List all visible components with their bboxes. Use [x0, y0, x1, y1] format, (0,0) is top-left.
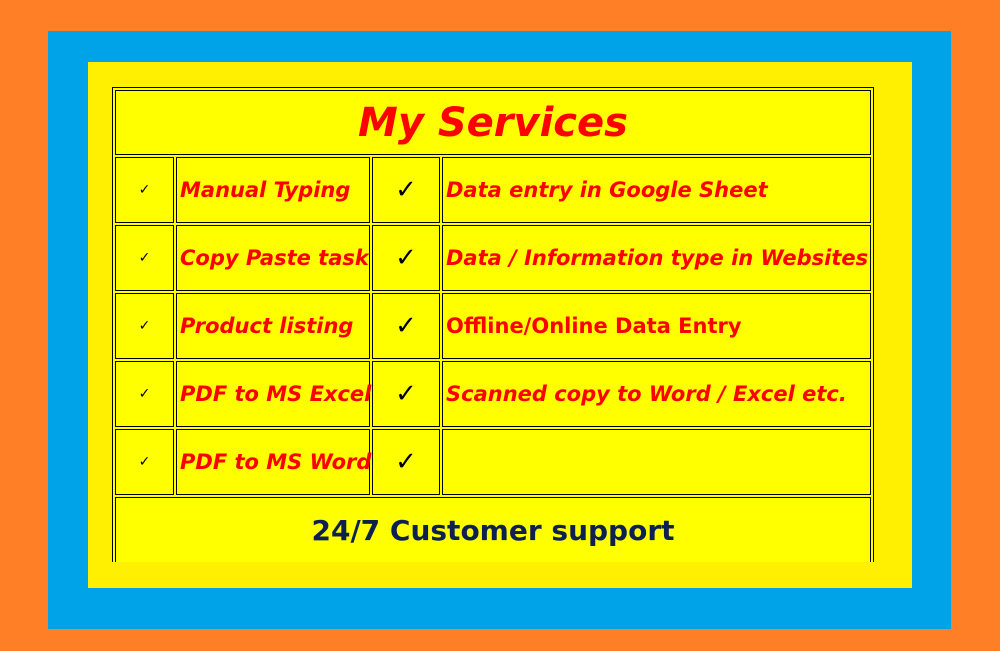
- services-table-wrap: My Services ✓ Manual Typing ✓ Data entry in…: [112, 87, 874, 562]
- service-right: Offline/Online Data Entry: [442, 293, 871, 359]
- service-right: [442, 429, 871, 495]
- table-row: ✓ PDF to MS Excel ✓ Scanned copy to Word / …: [115, 361, 871, 427]
- check-icon: ✓: [372, 293, 440, 359]
- check-icon: ✓: [372, 361, 440, 427]
- services-table: My Services ✓ Manual Typing ✓ Data entry in…: [112, 87, 874, 562]
- table-row: ✓ Product listing ✓ Offline/Online Data Ent…: [115, 293, 871, 359]
- check-icon: ✓: [115, 157, 174, 223]
- table-row: ✓ Manual Typing ✓ Data entry in Google Shee…: [115, 157, 871, 223]
- table-row: ✓ Copy Paste task ✓ Data / Information type…: [115, 225, 871, 291]
- table-row: ✓ PDF to MS Word ✓: [115, 429, 871, 495]
- check-icon: ✓: [115, 429, 174, 495]
- service-left: Product listing: [176, 293, 370, 359]
- check-icon: ✓: [115, 361, 174, 427]
- page-title: My Services: [115, 90, 871, 155]
- service-left: Manual Typing: [176, 157, 370, 223]
- check-icon: ✓: [372, 225, 440, 291]
- service-right: Scanned copy to Word / Excel etc.: [442, 361, 871, 427]
- check-icon: ✓: [115, 225, 174, 291]
- check-icon: ✓: [115, 293, 174, 359]
- service-left: PDF to MS Excel: [176, 361, 371, 427]
- check-icon: ✓: [372, 429, 440, 495]
- service-right: Data / Information type in Websites: [442, 225, 871, 291]
- footer-support: 24/7 Customer support: [115, 497, 871, 562]
- service-left: PDF to MS Word: [176, 429, 371, 495]
- service-left: Copy Paste task: [176, 225, 370, 291]
- service-right: Data entry in Google Sheet: [442, 157, 871, 223]
- check-icon: ✓: [372, 157, 440, 223]
